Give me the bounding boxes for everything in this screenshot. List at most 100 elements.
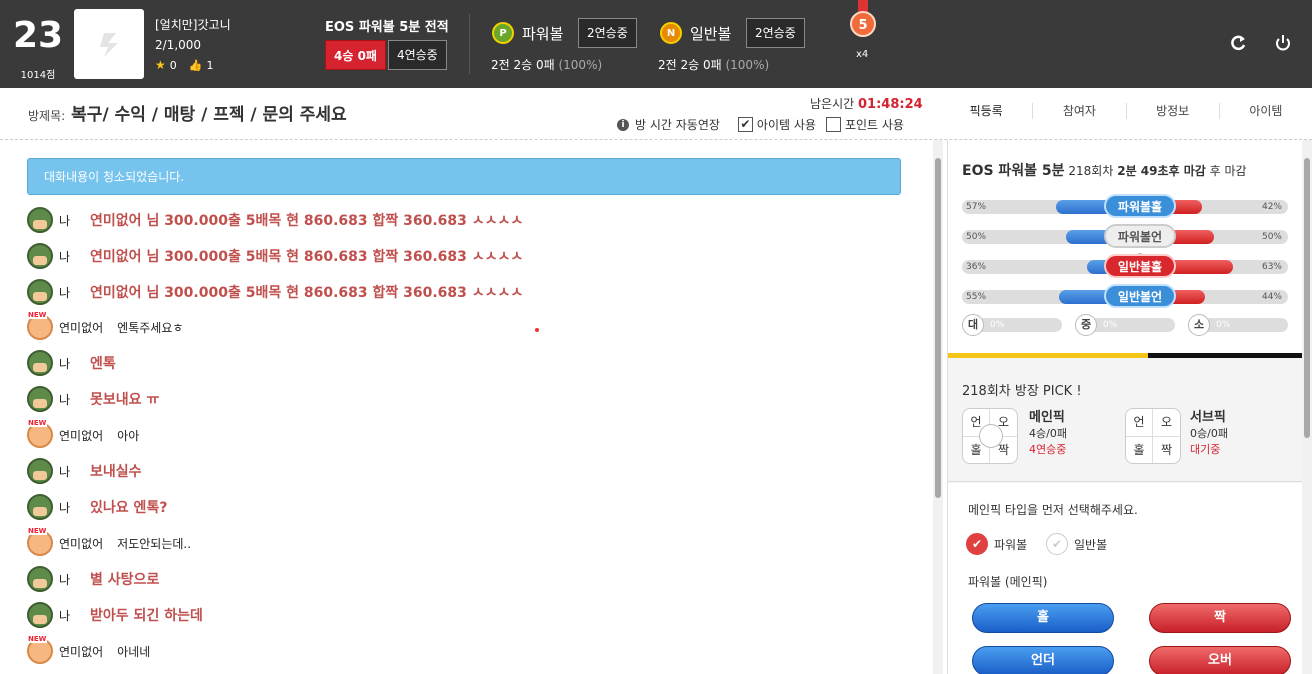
ratio-left-pct: 57%	[966, 202, 987, 212]
user-avatar[interactable]	[74, 9, 144, 79]
chat-scrollbar-thumb[interactable]	[935, 158, 941, 498]
chat-message: 나 보내실수	[27, 458, 142, 484]
ratio-bar: 57% 42% 파워볼홀짝	[962, 194, 1288, 236]
chat-nick[interactable]: 나	[59, 212, 70, 229]
new-user-avatar-icon[interactable]	[27, 311, 53, 340]
chat-nick[interactable]: 나	[59, 248, 70, 265]
main-pick-info: 메인픽 4승/0패 4연승중	[1029, 410, 1067, 458]
check-icon[interactable]: ✔	[1046, 533, 1068, 555]
chat-text: 받아두 되긴 하는데	[90, 608, 203, 624]
over-button[interactable]: 오버	[1149, 646, 1291, 674]
remaining-time-value: 01:48:24	[858, 97, 923, 112]
chat-nick[interactable]: 나	[59, 499, 70, 516]
size-medium-pct: 0%	[1103, 320, 1118, 330]
sub-pick-title: 서브픽	[1190, 410, 1226, 425]
soldier-avatar-icon[interactable]	[27, 243, 53, 269]
game-name: EOS 파워볼 5분	[962, 163, 1065, 179]
soldier-avatar-icon[interactable]	[27, 350, 53, 376]
soldier-avatar-icon[interactable]	[27, 494, 53, 520]
soldier-avatar-icon[interactable]	[27, 458, 53, 484]
chat-text: 엔톡	[90, 356, 116, 372]
chat-message: 나 엔톡	[27, 350, 116, 376]
main-pick-status: 4연승중	[1029, 443, 1067, 456]
ratio-label-pill: 파워볼언오	[1104, 224, 1176, 266]
top-header: 23 1014점 [얼치만]갓고니 2/1,000 ★ 0 👍 1 EOS 파워볼 …	[0, 0, 1312, 88]
radio-normalball[interactable]: ✔ 일반볼	[1046, 533, 1107, 555]
chat-nick[interactable]: 나	[59, 571, 70, 588]
power-icon[interactable]	[1273, 33, 1293, 53]
new-user-avatar-icon[interactable]	[27, 419, 53, 448]
panel-scrollbar-thumb[interactable]	[1304, 158, 1310, 438]
chat-nick[interactable]: 나	[59, 463, 70, 480]
normalball-streak-badge: 2연승중	[746, 18, 805, 48]
tab-room-info[interactable]: 방정보	[1127, 103, 1220, 119]
size-bar-large: 대 0%	[962, 314, 1062, 336]
radio-normalball-label[interactable]: 일반볼	[1074, 536, 1107, 553]
tab-participants[interactable]: 참여자	[1033, 103, 1127, 119]
avatar-placeholder-icon	[100, 33, 118, 57]
soldier-avatar-icon[interactable]	[27, 207, 53, 233]
size-small-label: 소	[1188, 314, 1210, 336]
chat-text: 있나요 엔톡?	[90, 500, 168, 516]
chat-nick[interactable]: 연미없어	[59, 535, 103, 552]
chat-nick[interactable]: 나	[59, 391, 70, 408]
ratio-left-pct: 50%	[966, 232, 987, 242]
point-use-checkbox[interactable]	[825, 117, 841, 132]
pick-type-title: 파워볼 (메인픽)	[968, 575, 1048, 589]
chat-nick[interactable]: 나	[59, 284, 70, 301]
soldier-avatar-icon[interactable]	[27, 279, 53, 305]
ratio-bar: 36% 63% 일반볼홀짝	[962, 254, 1288, 296]
chat-nick[interactable]: 나	[59, 607, 70, 624]
remaining-time-label: 남은시간	[810, 97, 855, 111]
soldier-avatar-icon[interactable]	[27, 602, 53, 628]
odd-button[interactable]: 홀	[972, 603, 1114, 633]
even-button[interactable]: 짝	[1149, 603, 1291, 633]
size-medium-label: 중	[1075, 314, 1097, 336]
chat-scrollbar[interactable]	[933, 140, 943, 674]
ratio-right-pct: 44%	[1261, 292, 1282, 302]
chat-nick[interactable]: 연미없어	[59, 319, 103, 336]
game-deadline-suffix: 후 마감	[1209, 164, 1247, 178]
chat-nick[interactable]: 연미없어	[59, 643, 103, 660]
chat-message: 나 연미없어 님 300.000출 5배목 현 860.683 합짝 360.68…	[27, 279, 523, 305]
point-use-label[interactable]: 포인트 사용	[845, 116, 904, 133]
chat-message: 연미없어 저도안되는데..	[27, 527, 191, 556]
radio-powerball[interactable]: ✔ 파워볼	[966, 533, 1027, 555]
chat-message: 나 연미없어 님 300.000출 5배목 현 860.683 합짝 360.68…	[27, 243, 523, 269]
soldier-avatar-icon[interactable]	[27, 566, 53, 592]
soldier-avatar-icon[interactable]	[27, 386, 53, 412]
user-score: 1014점	[20, 70, 56, 81]
powerball-record-pct: (100%)	[558, 58, 603, 72]
panel-scrollbar[interactable]	[1302, 140, 1312, 674]
room-tabs: 픽등록 참여자 방정보 아이템	[940, 103, 1312, 119]
chat-message: 연미없어 아아	[27, 419, 139, 448]
chat-text: 아네네	[117, 644, 151, 659]
chat-nick[interactable]: 나	[59, 355, 70, 372]
medal-number: 5	[858, 18, 867, 33]
normalball-n-icon: N	[660, 22, 682, 44]
ratio-right-pct: 42%	[1261, 202, 1282, 212]
chat-text: 연미없어 님 300.000출 5배목 현 860.683 합짝 360.683…	[90, 285, 524, 301]
radio-powerball-label[interactable]: 파워볼	[994, 536, 1027, 553]
item-use-label[interactable]: 아이템 사용	[757, 116, 816, 133]
size-bar-small: 소 0%	[1188, 314, 1288, 336]
item-use-checkbox[interactable]: ✔	[737, 117, 753, 132]
sub-pick-grid: 언 오 홀 짝	[1125, 408, 1181, 464]
auto-extend-label[interactable]: 방 시간 자동연장	[635, 116, 720, 133]
new-user-avatar-icon[interactable]	[27, 635, 53, 664]
chat-message: 나 못보내요 ㅠ	[27, 386, 159, 412]
under-button[interactable]: 언더	[972, 646, 1114, 674]
tab-pick-register[interactable]: 픽등록	[940, 103, 1034, 119]
sub-pick-even: 짝	[1160, 443, 1173, 457]
check-icon[interactable]: ✔	[966, 533, 988, 555]
powerball-record: 2전 2승 0패 (100%)	[491, 56, 602, 73]
ratio-right-pct: 63%	[1261, 262, 1282, 272]
star-icon: ★	[155, 58, 166, 72]
refresh-icon[interactable]	[1228, 33, 1248, 53]
chat-nick[interactable]: 연미없어	[59, 427, 103, 444]
chat-message: 나 별 사탕으로	[27, 566, 159, 592]
main-pick-record: 4승/0패	[1029, 427, 1067, 440]
new-user-avatar-icon[interactable]	[27, 527, 53, 556]
tab-items[interactable]: 아이템	[1220, 103, 1312, 119]
ratio-bar: 55% 44% 일반볼언오	[962, 284, 1288, 326]
